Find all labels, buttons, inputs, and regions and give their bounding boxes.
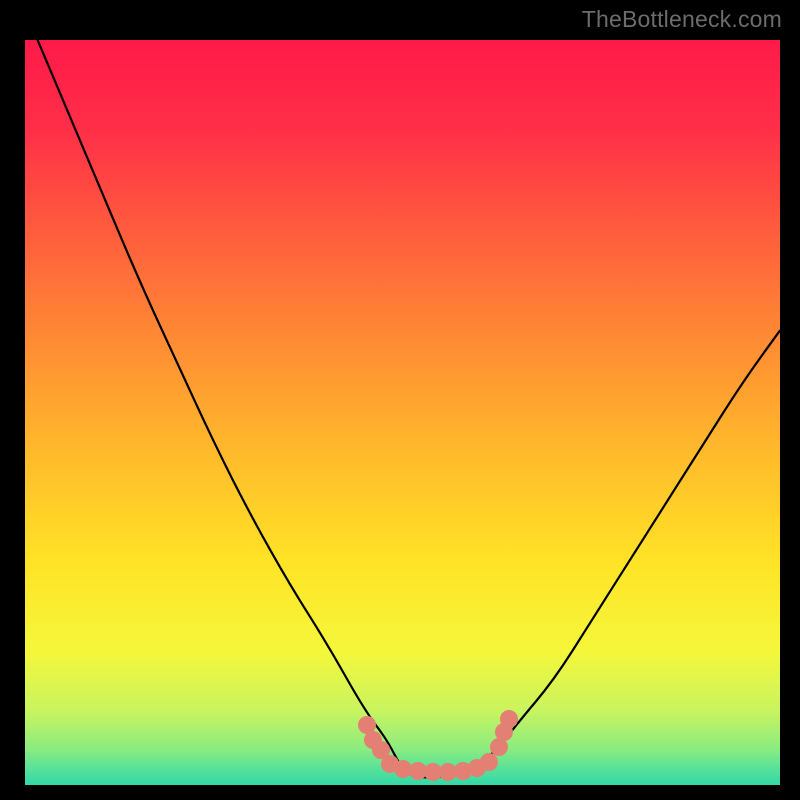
bottleneck-curve: [25, 40, 780, 785]
plot-area: [25, 40, 780, 785]
valley-marker: [500, 710, 518, 728]
chart-stage: TheBottleneck.com: [0, 0, 800, 800]
watermark-text: TheBottleneck.com: [582, 6, 782, 33]
valley-marker: [480, 753, 498, 771]
